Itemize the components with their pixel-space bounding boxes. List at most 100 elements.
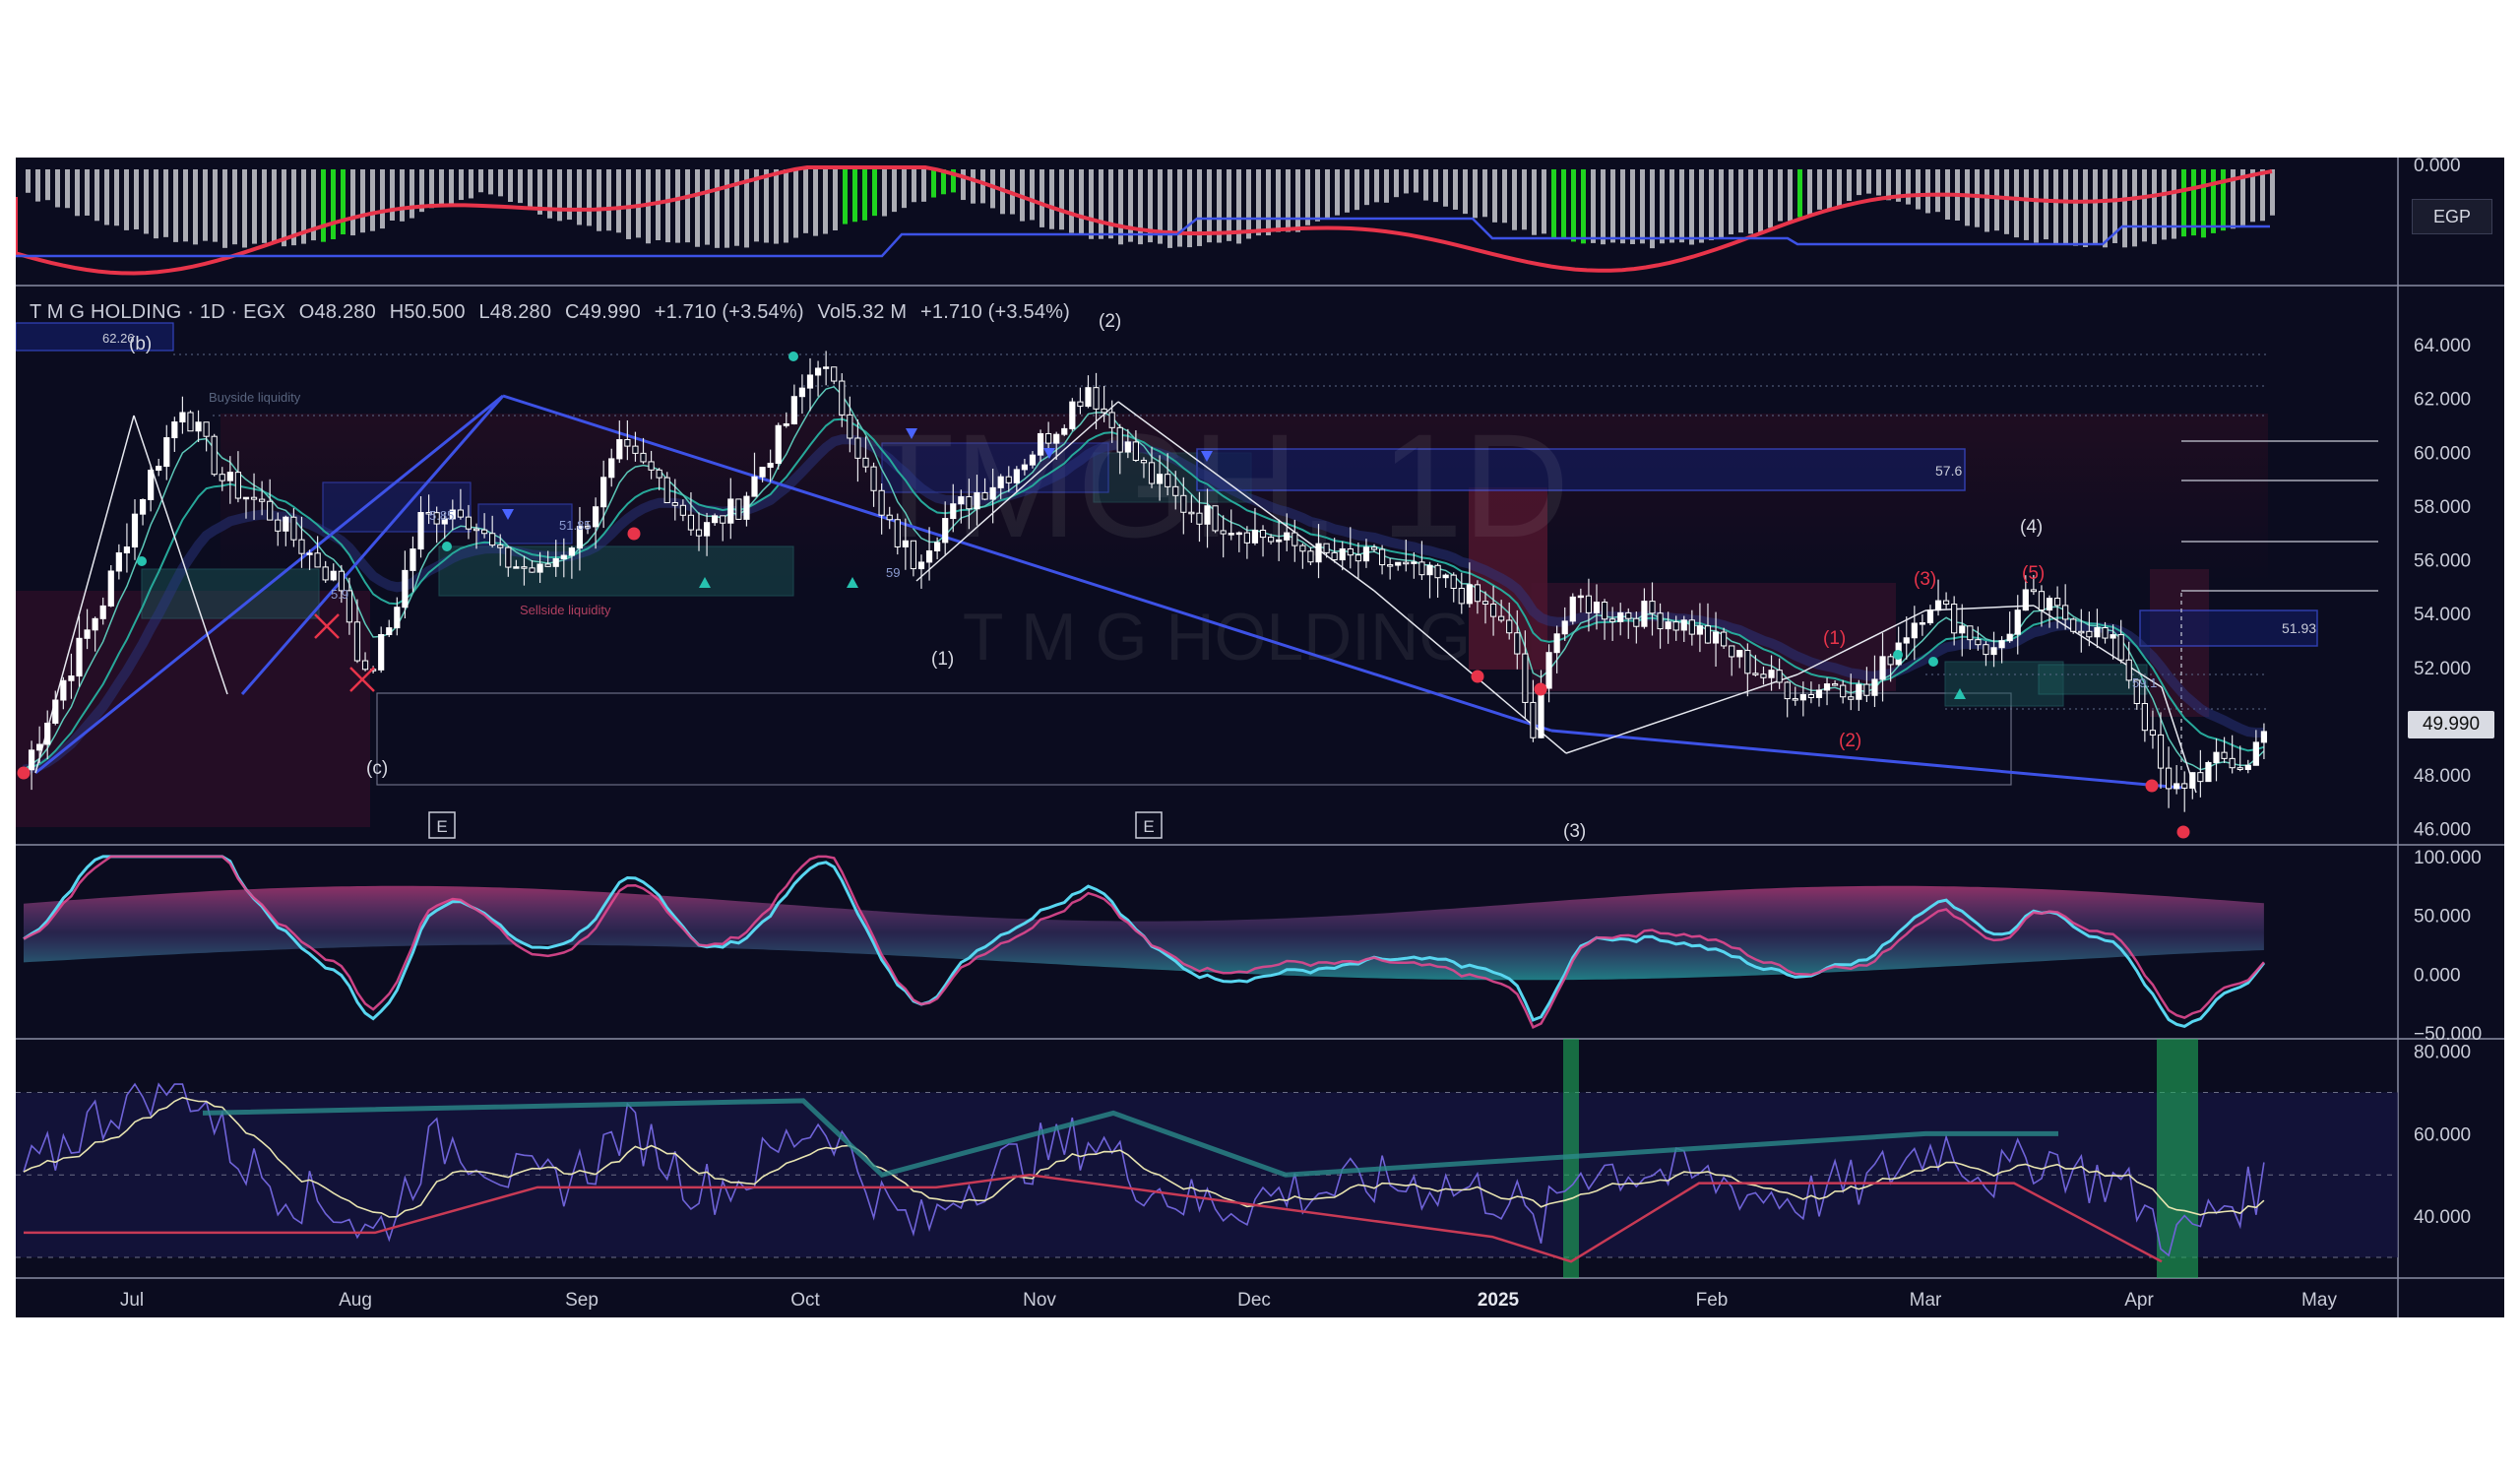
candle-body <box>1522 653 1529 703</box>
rsi-panel <box>16 1039 2398 1278</box>
candle-body <box>1736 650 1743 658</box>
candle-body <box>2062 605 2069 620</box>
hist-bar <box>971 169 976 204</box>
candle-body <box>28 749 35 771</box>
hist-bar <box>1305 169 1310 225</box>
candle-body <box>242 496 250 500</box>
hist-bar <box>2260 169 2265 222</box>
candle-body <box>306 552 313 555</box>
candle-body <box>790 396 797 424</box>
candle-body <box>2022 589 2029 611</box>
hist-bar <box>961 169 966 201</box>
hist-bar <box>1827 169 1832 210</box>
demand-zone-2 <box>438 545 794 597</box>
hist-bar <box>1167 169 1172 248</box>
hist-bar <box>65 169 70 209</box>
symbol-name[interactable]: T M G HOLDING · 1D · EGX <box>30 301 285 323</box>
x-axis-tick: Dec <box>1237 1290 1271 1311</box>
hist-bar <box>793 169 798 238</box>
hist-bar <box>2142 169 2147 242</box>
candle-body <box>2014 609 2021 635</box>
candle-body <box>2174 783 2180 790</box>
hist-bar <box>1512 169 1517 230</box>
candle-body <box>989 486 996 500</box>
price-axis-tick: 48.000 <box>2414 766 2471 787</box>
candle-body <box>1331 551 1338 561</box>
candle-body <box>950 503 957 520</box>
hist-bar <box>567 169 572 221</box>
x-axis-tick: Jul <box>120 1290 144 1311</box>
candle-body <box>2197 772 2204 783</box>
zone-label-5: 59.1 <box>2132 675 2157 690</box>
hist-axis-tick: 0.000 <box>2414 158 2461 176</box>
candle-body <box>878 489 885 516</box>
hist-bar-green <box>852 169 857 223</box>
candle-body <box>1840 684 1847 698</box>
candle-body <box>767 463 774 469</box>
candle-body <box>1029 454 1037 466</box>
candle-body <box>1688 619 1695 635</box>
candle-body <box>2189 772 2196 789</box>
hist-bar <box>1138 169 1143 245</box>
candle-body <box>1466 584 1473 605</box>
candle-body <box>1220 530 1227 535</box>
hist-bar <box>104 169 109 225</box>
earnings-markers[interactable]: E E <box>428 811 1163 839</box>
candle-body <box>997 476 1004 488</box>
hist-bar <box>173 169 178 242</box>
candle-body <box>92 617 98 631</box>
candle-body <box>2157 734 2165 769</box>
wave-label-1: (1) <box>931 649 954 670</box>
hist-bar <box>1778 169 1783 222</box>
hist-bar <box>1335 169 1340 216</box>
candle-body <box>290 516 297 541</box>
hist-bar <box>1699 169 1704 243</box>
hist-bar <box>2162 169 2167 240</box>
candle-body <box>1315 543 1322 563</box>
candle-body <box>1919 622 1925 625</box>
candle-body <box>131 513 139 548</box>
candle-body <box>671 502 678 506</box>
hist-bar <box>1738 169 1743 233</box>
hist-bar <box>1049 169 1054 229</box>
candle-body <box>1784 681 1791 700</box>
candle-body <box>1863 683 1870 696</box>
candle-body <box>1323 543 1330 553</box>
hist-bar <box>134 169 139 229</box>
candle-body <box>2086 630 2093 638</box>
hist-bar <box>882 169 887 217</box>
candle-body <box>1585 595 1593 613</box>
candle-body <box>505 546 512 568</box>
candle-body <box>1649 601 1656 614</box>
candle-body <box>1196 512 1203 525</box>
candle-body <box>226 472 233 481</box>
symbol-header: T M G HOLDING · 1D · EGX O48.280 H50.500… <box>30 301 1078 324</box>
chart-canvas[interactable]: TMGH, 1D T M G HOLDING (b) (c) (1) (2) (… <box>16 158 2504 1317</box>
wave-label-4: (4) <box>2020 517 2043 538</box>
hist-bar <box>1709 169 1714 241</box>
candle-body <box>958 496 965 505</box>
last-price-tag: 49.990 <box>2408 711 2494 738</box>
candle-body <box>1712 631 1720 644</box>
hist-bar <box>1069 169 1074 233</box>
x-axis-tick: Mar <box>1910 1290 1942 1311</box>
hist-bar <box>577 169 582 225</box>
hist-bar <box>1276 169 1281 232</box>
currency-label[interactable]: EGP <box>2412 199 2492 234</box>
price-axis-tick: 46.000 <box>2414 820 2471 841</box>
hist-bar <box>400 169 405 222</box>
hist-bar <box>803 169 808 233</box>
hist-bar <box>1906 169 1911 205</box>
x-axis-tick: Aug <box>339 1290 372 1311</box>
candle-body <box>353 621 361 662</box>
earnings-marker-1-text: E <box>436 817 447 836</box>
hist-bar <box>1354 169 1359 211</box>
candle-body <box>1157 474 1164 484</box>
candle-body <box>560 554 567 559</box>
candle-body <box>1093 387 1100 410</box>
hist-bar-green <box>1581 169 1586 244</box>
x-axis-tick: May <box>2301 1290 2337 1311</box>
hist-bar <box>1965 169 1970 226</box>
hist-bar <box>1788 169 1793 222</box>
candle-body <box>775 424 782 465</box>
